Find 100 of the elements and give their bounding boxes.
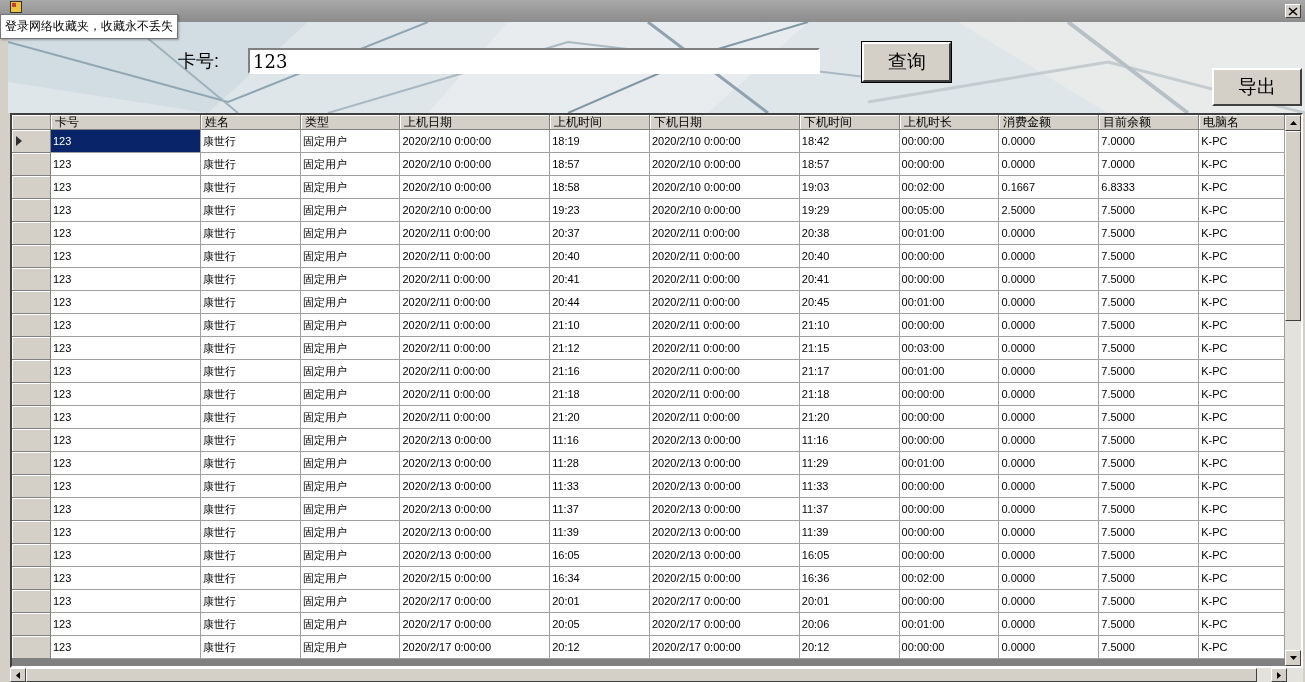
close-button[interactable] [1285,4,1301,18]
table-cell: 7.5000 [1099,429,1200,452]
column-header[interactable]: 上机时间 [550,115,650,130]
column-header[interactable]: 上机时长 [899,115,1000,130]
table-cell: K-PC [1199,222,1285,245]
table-cell: 0.0000 [999,291,1100,314]
table-cell: 固定用户 [300,245,401,268]
table-cell: 2020/2/13 0:00:00 [650,498,800,521]
table-cell: 康世行 [200,383,301,406]
table-cell: 7.5000 [1099,613,1200,636]
table-cell: 00:00:00 [899,245,1000,268]
table-cell: K-PC [1199,429,1285,452]
table-cell: 固定用户 [300,429,401,452]
query-button[interactable]: 查询 [862,42,951,82]
table-cell: 固定用户 [300,130,401,153]
table-cell: 7.5000 [1099,521,1200,544]
table-cell: 7.5000 [1099,498,1200,521]
column-header[interactable]: 下机日期 [650,115,800,130]
table-cell: 2020/2/11 0:00:00 [400,360,551,383]
column-header[interactable]: 电脑名 [1199,115,1285,130]
table-cell: 7.5000 [1099,360,1200,383]
table-cell: 2020/2/11 0:00:00 [650,337,800,360]
table-cell: 21:10 [550,314,650,337]
table-cell: 2020/2/15 0:00:00 [650,567,800,590]
export-button[interactable]: 导出 [1212,68,1302,106]
scroll-thumb[interactable] [1285,131,1301,321]
column-header[interactable]: 姓名 [200,115,301,130]
table-cell: 0.0000 [999,406,1100,429]
scroll-right-icon[interactable] [1271,668,1287,682]
table-cell: 20:37 [550,222,650,245]
table-cell: 00:01:00 [899,291,1000,314]
table-cell: 00:03:00 [899,337,1000,360]
table-cell: 固定用户 [300,291,401,314]
column-header[interactable]: 上机日期 [400,115,551,130]
row-header[interactable] [12,130,51,153]
table-cell: 固定用户 [300,268,401,291]
table-cell: 00:00:00 [899,406,1000,429]
table-cell: 0.0000 [999,498,1100,521]
table-cell: 0.0000 [999,544,1100,567]
table-cell: 123 [50,268,201,291]
table-cell: 21:18 [799,383,900,406]
table-cell: K-PC [1199,360,1285,383]
column-header[interactable]: 目前余额 [1099,115,1200,130]
table-cell: 2020/2/11 0:00:00 [400,383,551,406]
table-cell: 0.0000 [999,521,1100,544]
table-cell: 2020/2/11 0:00:00 [400,245,551,268]
table-cell: 康世行 [200,291,301,314]
table-cell: 123 [50,452,201,475]
table-cell: 123 [50,544,201,567]
table-cell: 康世行 [200,199,301,222]
table-cell: 00:00:00 [899,130,1000,153]
vertical-scrollbar[interactable] [1285,115,1301,666]
table-cell: 7.5000 [1099,291,1200,314]
column-header[interactable]: 消费金额 [999,115,1100,130]
table-cell: 11:39 [550,521,650,544]
table-cell: 2020/2/11 0:00:00 [400,291,551,314]
table-cell: 0.0000 [999,475,1100,498]
table-cell: 00:00:00 [899,521,1000,544]
table-cell: 18:58 [550,176,650,199]
table-cell: 2020/2/17 0:00:00 [400,613,551,636]
table-cell: 20:12 [799,636,900,659]
table-cell: 123 [50,429,201,452]
table-cell: 00:00:00 [899,153,1000,176]
table-cell: 11:29 [799,452,900,475]
table-cell: 123 [50,498,201,521]
table-cell: 0.0000 [999,222,1100,245]
table-cell: 康世行 [200,452,301,475]
column-header[interactable]: 类型 [300,115,401,130]
table-cell: K-PC [1199,636,1285,659]
table-cell: 康世行 [200,360,301,383]
table-cell: 康世行 [200,636,301,659]
table-cell: 00:00:00 [899,314,1000,337]
column-header[interactable]: 卡号 [50,115,201,130]
table-cell: 2020/2/15 0:00:00 [400,567,551,590]
table-cell: 7.5000 [1099,268,1200,291]
table-cell: 康世行 [200,521,301,544]
table-cell: 00:00:00 [899,268,1000,291]
table-cell: 固定用户 [300,498,401,521]
table-cell: 康世行 [200,314,301,337]
table-cell: K-PC [1199,567,1285,590]
table-cell: 2020/2/11 0:00:00 [400,406,551,429]
table-cell: 康世行 [200,567,301,590]
card-number-field[interactable]: 123 [248,48,820,74]
table-cell: 康世行 [200,544,301,567]
current-row-icon [16,136,22,146]
scroll-down-icon[interactable] [1285,650,1301,666]
scroll-left-icon[interactable] [10,668,26,682]
table-cell: K-PC [1199,590,1285,613]
table-cell: 00:00:00 [899,544,1000,567]
table-cell: 123 [50,521,201,544]
scroll-up-icon[interactable] [1285,115,1301,131]
table-cell: 7.5000 [1099,222,1200,245]
table-cell: 21:17 [799,360,900,383]
table-cell: 7.5000 [1099,383,1200,406]
column-header[interactable]: 下机时间 [799,115,900,130]
table-cell: 123 [50,314,201,337]
table-cell: 2020/2/13 0:00:00 [400,452,551,475]
table-cell: K-PC [1199,383,1285,406]
table-cell: 20:41 [799,268,900,291]
table-cell: 7.0000 [1099,130,1200,153]
